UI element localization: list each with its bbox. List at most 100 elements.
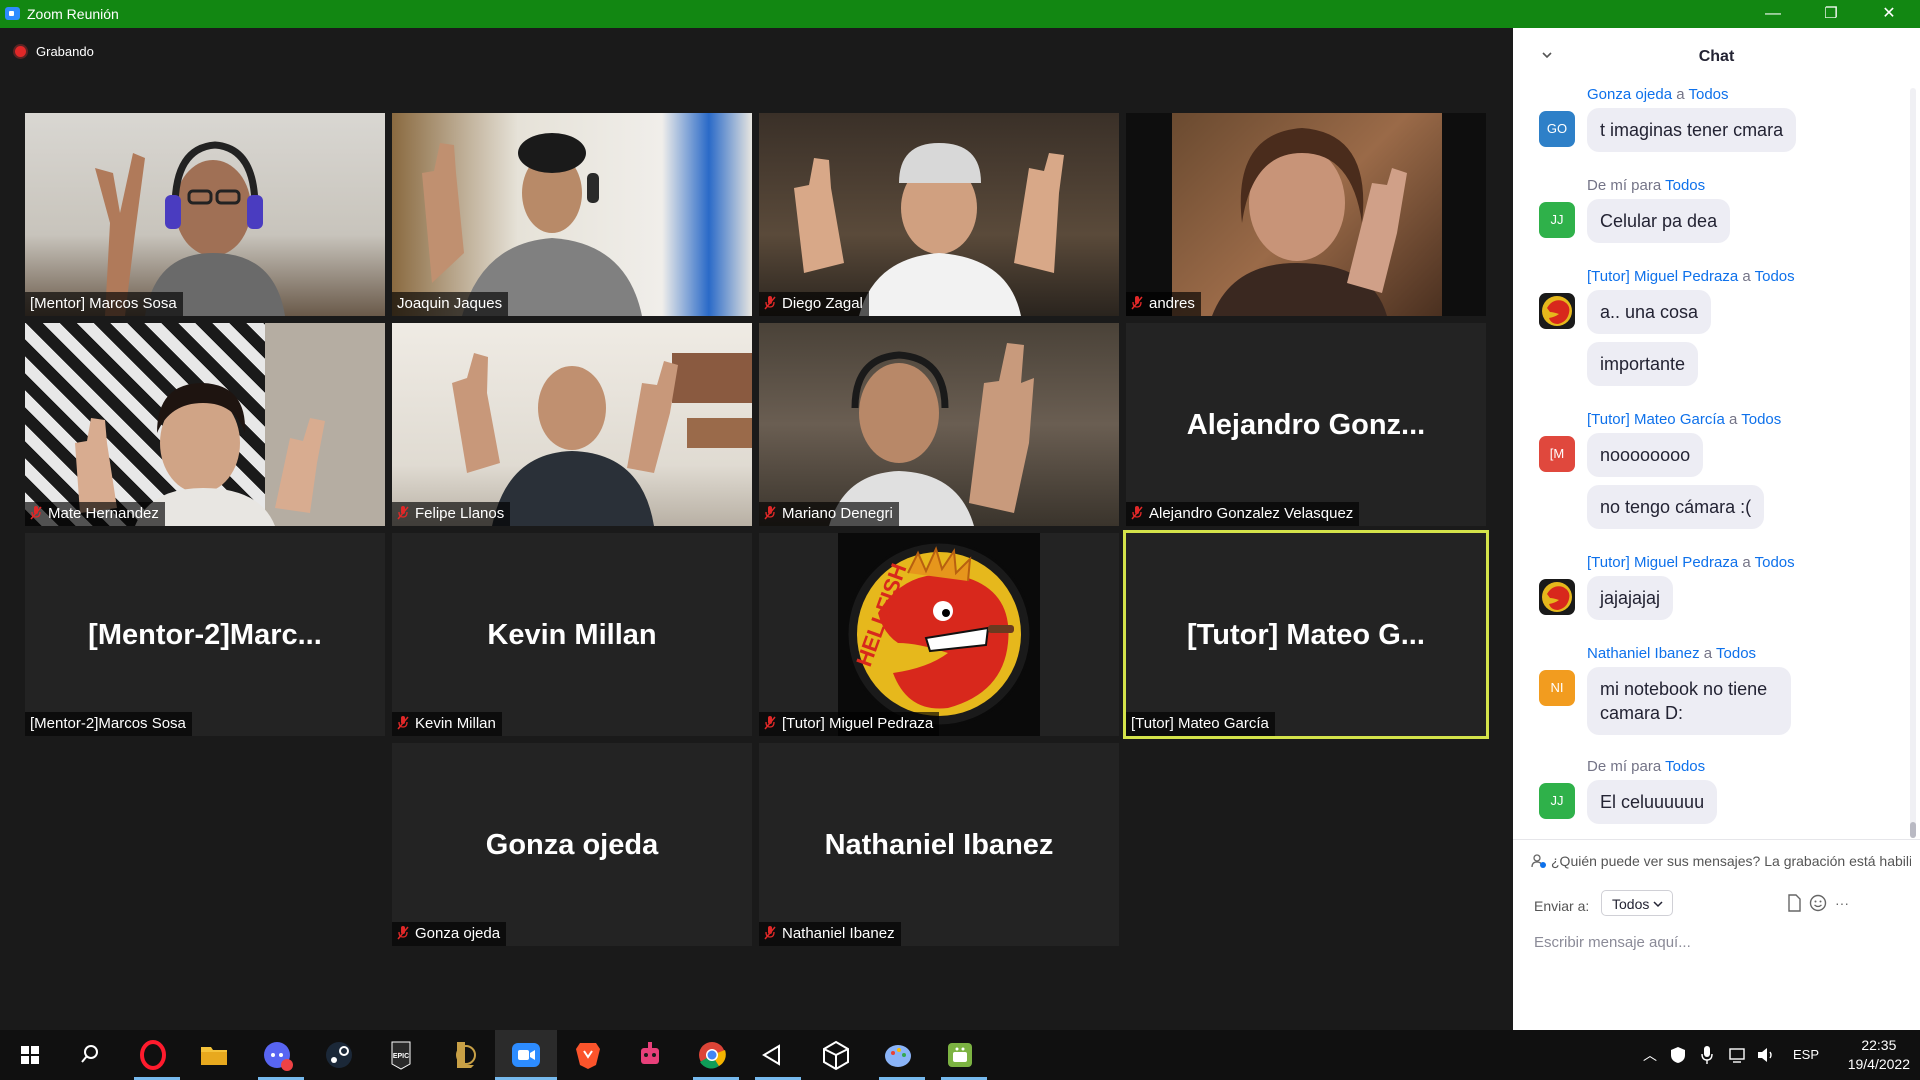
recipient-name: Todos <box>1741 411 1782 428</box>
chat-message-header: [Tutor] Mateo García a Todos <box>1587 411 1782 428</box>
video-tile[interactable]: Alejandro Gonz... Alejandro Gonzalez Vel… <box>1126 323 1486 526</box>
recipient-name: Todos <box>1665 177 1706 194</box>
chat-scrollbar[interactable] <box>1910 88 1916 838</box>
participant-name: [Tutor] Miguel Pedraza <box>782 715 934 732</box>
close-button[interactable]: ✕ <box>1860 0 1918 28</box>
epic-games-icon[interactable]: EPIC <box>384 1038 418 1072</box>
video-tile[interactable]: Felipe Llanos <box>392 323 752 526</box>
video-tile[interactable]: Gonza ojeda Gonza ojeda <box>392 743 752 946</box>
participant-name: Joaquin Jaques <box>397 295 503 312</box>
security-shield-icon[interactable] <box>1668 1045 1688 1065</box>
chevron-down-icon <box>1653 901 1663 908</box>
discord-icon[interactable] <box>260 1038 294 1072</box>
opera-icon[interactable] <box>136 1038 170 1072</box>
network-icon[interactable] <box>1728 1045 1748 1065</box>
chat-message-header: De mí para Todos <box>1587 177 1706 194</box>
chrome-icon[interactable] <box>695 1038 729 1072</box>
sender-name[interactable]: Gonza ojeda <box>1587 86 1672 103</box>
chat-message-bubble: no tengo cámara :( <box>1587 485 1765 529</box>
video-tile[interactable]: andres <box>1126 113 1486 316</box>
volume-icon[interactable] <box>1756 1045 1776 1065</box>
meeting-area: Grabando [Mentor] Marcos Sosa Joaquin Ja… <box>0 28 1513 1030</box>
language-indicator[interactable]: ESP <box>1793 1030 1819 1080</box>
participant-name-tag: Mariano Denegri <box>759 502 899 526</box>
chat-panel: Chat Gonza ojeda a Todos GO t imaginas t… <box>1513 28 1920 1030</box>
tray-overflow-icon[interactable]: ︿ <box>1643 1030 1657 1080</box>
muted-mic-icon <box>397 716 409 730</box>
recording-indicator[interactable]: Grabando <box>15 44 94 59</box>
video-tile[interactable]: [Mentor] Marcos Sosa <box>25 113 385 316</box>
sender-name[interactable]: [Tutor] Miguel Pedraza <box>1587 268 1738 285</box>
paint-app-icon[interactable] <box>881 1038 915 1072</box>
minimize-button[interactable]: — <box>1744 0 1802 28</box>
message-input[interactable]: Escribir mensaje aquí... <box>1534 934 1904 951</box>
participant-display-name: Kevin Millan <box>487 619 657 651</box>
video-tile[interactable]: [Mentor-2]Marc... [Mentor-2]Marcos Sosa <box>25 533 385 736</box>
recipient-dropdown[interactable]: Todos <box>1601 890 1673 916</box>
avatar: JJ <box>1539 202 1575 238</box>
participant-display-name: Nathaniel Ibanez <box>824 829 1054 861</box>
system-clock[interactable]: 22:35 19/4/2022 <box>1848 1036 1910 1074</box>
search-icon[interactable] <box>73 1038 107 1072</box>
chat-message-header: [Tutor] Miguel Pedraza a Todos <box>1587 554 1795 571</box>
file-explorer-icon[interactable] <box>197 1038 231 1072</box>
video-tile[interactable]: Diego Zagal <box>759 113 1119 316</box>
unity-hub-icon[interactable] <box>757 1038 791 1072</box>
unity-icon[interactable] <box>819 1038 853 1072</box>
emoji-icon[interactable] <box>1808 893 1828 913</box>
participant-video <box>75 323 385 526</box>
recipient-name: Todos <box>1754 268 1795 285</box>
taskbar: EPIC ︿ ESP 22:35 19/4/2022 <box>0 1030 1920 1080</box>
participant-name-tag: Diego Zagal <box>759 292 869 316</box>
windows-start-icon[interactable] <box>13 1038 47 1072</box>
file-icon[interactable] <box>1784 893 1804 913</box>
participant-name-tag: Felipe Llanos <box>392 502 511 526</box>
participant-name: [Mentor] Marcos Sosa <box>30 295 177 312</box>
clock-time: 22:35 <box>1861 1037 1897 1053</box>
steam-icon[interactable] <box>322 1038 356 1072</box>
zoom-app-icon[interactable] <box>509 1038 543 1072</box>
hellfish-avatar-icon <box>1539 579 1575 615</box>
video-tile[interactable]: Kevin Millan Kevin Millan <box>392 533 752 736</box>
chat-message-bubble: Celular pa dea <box>1587 199 1731 243</box>
robot-app-icon[interactable] <box>633 1038 667 1072</box>
participant-name: Kevin Millan <box>415 715 496 732</box>
league-of-legends-icon[interactable] <box>446 1038 480 1072</box>
video-tile[interactable]: Mate Hernandez <box>25 323 385 526</box>
participant-name-tag: [Mentor] Marcos Sosa <box>25 292 183 316</box>
more-options-icon[interactable]: ··· <box>1832 893 1852 913</box>
participant-name: [Mentor-2]Marcos Sosa <box>30 715 186 732</box>
participant-name-tag: Joaquin Jaques <box>392 292 509 316</box>
avatar: NI <box>1539 670 1575 706</box>
microphone-icon[interactable] <box>1700 1045 1714 1065</box>
participant-name-tag: Mate Hernandez <box>25 502 165 526</box>
participant-name-tag: Gonza ojeda <box>392 922 507 946</box>
sender-name[interactable]: [Tutor] Mateo García <box>1587 411 1725 428</box>
participant-name-tag: [Mentor-2]Marcos Sosa <box>25 712 192 736</box>
video-tile[interactable]: Mariano Denegri <box>759 323 1119 526</box>
chat-message-bubble: mi notebook no tiene camara D: <box>1587 667 1791 735</box>
participant-name: Nathaniel Ibanez <box>782 925 895 942</box>
scrollbar-thumb[interactable] <box>1910 822 1916 838</box>
clock-date: 19/4/2022 <box>1847 1056 1910 1072</box>
chat-message-header: De mí para Todos <box>1587 758 1706 775</box>
chat-privacy-notice[interactable]: ¿Quién puede ver sus mensajes? La grabac… <box>1531 853 1911 869</box>
sender-name[interactable]: [Tutor] Miguel Pedraza <box>1587 554 1738 571</box>
participant-name: Gonza ojeda <box>415 925 501 942</box>
participant-name-tag: andres <box>1126 292 1201 316</box>
recipient-name: Todos <box>1716 645 1757 662</box>
video-tile[interactable]: HELLFISH [Tutor] Miguel Pedraza <box>759 533 1119 736</box>
restore-button[interactable]: ❐ <box>1802 0 1860 28</box>
recipient-name: Todos <box>1688 86 1729 103</box>
muted-mic-icon <box>397 926 409 940</box>
muted-mic-icon <box>764 506 776 520</box>
active-speaker-tile[interactable]: [Tutor] Mateo G... [Tutor] Mateo García <box>1123 530 1489 739</box>
android-app-icon[interactable] <box>943 1038 977 1072</box>
brave-icon[interactable] <box>571 1038 605 1072</box>
sender-name[interactable]: Nathaniel Ibanez <box>1587 645 1700 662</box>
video-tile[interactable]: Joaquin Jaques <box>392 113 752 316</box>
hellfish-logo: HELLFISH <box>838 533 1040 736</box>
video-tile[interactable]: Nathaniel Ibanez Nathaniel Ibanez <box>759 743 1119 946</box>
muted-mic-icon <box>764 716 776 730</box>
participant-name: Felipe Llanos <box>415 505 505 522</box>
